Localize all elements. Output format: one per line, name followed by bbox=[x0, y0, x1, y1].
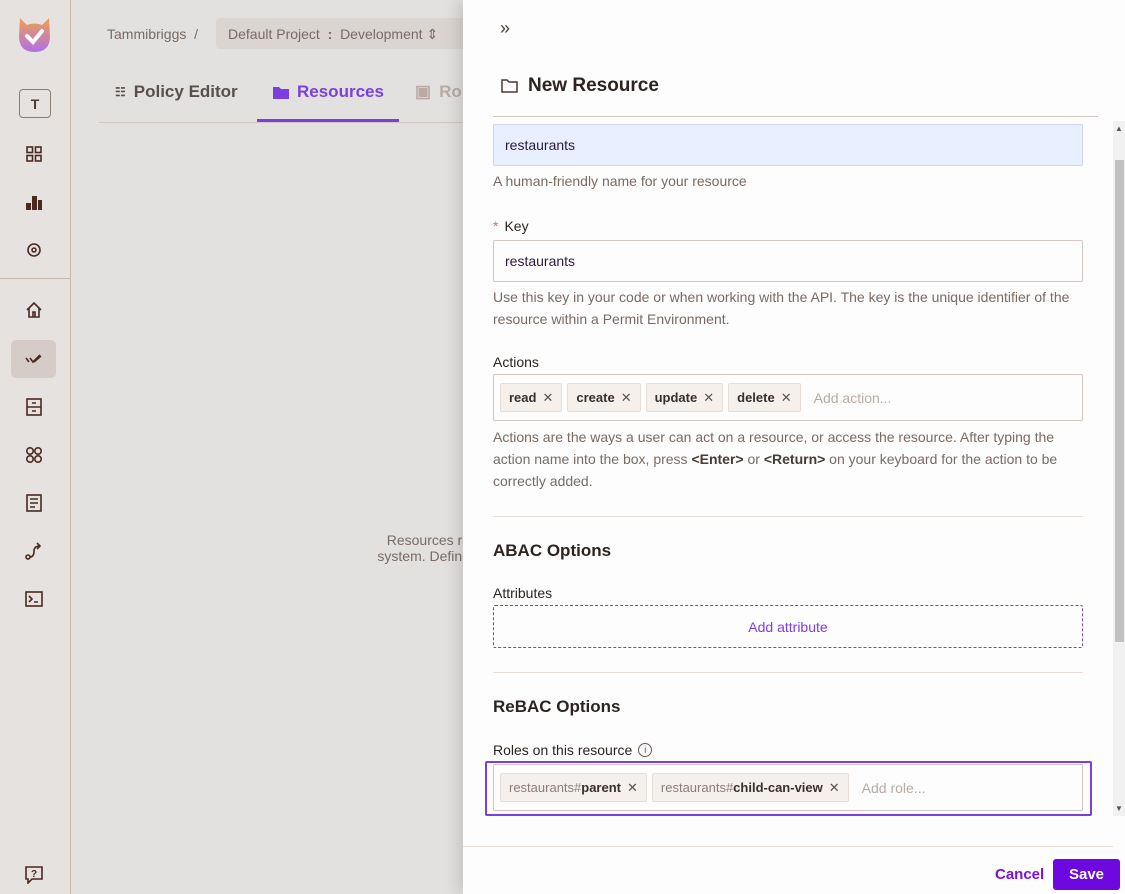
actions-help: Actions are the ways a user can act on a… bbox=[493, 426, 1083, 492]
breadcrumb: Tammibriggs / bbox=[107, 26, 198, 42]
archive-icon[interactable] bbox=[11, 388, 56, 426]
project-environment-selector[interactable]: Default Project : Development ⇕ bbox=[216, 18, 476, 49]
action-chip: delete ✕ bbox=[728, 383, 801, 412]
sidebar-divider bbox=[0, 278, 70, 279]
workspace-avatar[interactable]: T bbox=[19, 89, 51, 118]
dashboard-icon[interactable] bbox=[11, 135, 56, 173]
tab-bar: ☷Policy Editor Resources ▣Roles bbox=[99, 72, 485, 123]
name-help: A human-friendly name for your resource bbox=[493, 173, 747, 189]
collapse-panel-icon[interactable]: » bbox=[500, 18, 510, 39]
name-input[interactable]: restaurants bbox=[493, 124, 1083, 166]
rebac-title: ReBAC Options bbox=[493, 697, 621, 716]
settings-icon[interactable] bbox=[11, 231, 56, 269]
abac-title: ABAC Options bbox=[493, 541, 612, 560]
header-divider bbox=[493, 116, 1098, 117]
roles-icon: ▣ bbox=[415, 82, 432, 101]
empty-line-1: Resources re bbox=[386, 532, 470, 548]
add-action-placeholder[interactable]: Add action... bbox=[814, 390, 892, 406]
scroll-up-icon[interactable]: ▲ bbox=[1115, 124, 1123, 133]
breadcrumb-org[interactable]: Tammibriggs bbox=[107, 26, 186, 42]
enter-key: <Enter> bbox=[691, 451, 744, 467]
section-divider bbox=[493, 672, 1083, 673]
footer-divider bbox=[463, 846, 1113, 847]
panel-title: New Resource bbox=[501, 75, 659, 97]
empty-state-text: Resources re system. Define bbox=[340, 532, 470, 564]
section-divider bbox=[493, 516, 1083, 517]
new-resource-panel: » New Resource restaurants A human-frien… bbox=[463, 0, 1125, 894]
remove-icon[interactable]: ✕ bbox=[781, 390, 792, 406]
breadcrumb-separator: / bbox=[194, 26, 199, 42]
chip-label: read bbox=[509, 390, 537, 405]
required-marker: * bbox=[493, 218, 499, 234]
chip-label: create bbox=[576, 390, 615, 405]
panel-title-text: New Resource bbox=[528, 75, 659, 96]
policy-editor-icon: ☷ bbox=[115, 85, 126, 99]
chevron-up-down-icon: ⇕ bbox=[426, 26, 439, 42]
tab-label: Policy Editor bbox=[133, 82, 238, 101]
folder-outline-icon bbox=[501, 79, 518, 93]
chip-label: update bbox=[654, 390, 698, 405]
tab-resources[interactable]: Resources bbox=[273, 82, 384, 102]
action-chip: create ✕ bbox=[567, 383, 641, 412]
empty-line-2: system. Define bbox=[377, 548, 470, 564]
terminal-icon[interactable] bbox=[11, 580, 56, 618]
key-help: Use this key in your code or when workin… bbox=[493, 289, 1070, 327]
key-input[interactable]: restaurants bbox=[493, 240, 1083, 282]
project-name: Default Project bbox=[228, 26, 320, 42]
action-chip: read ✕ bbox=[500, 383, 563, 412]
save-button[interactable]: Save bbox=[1053, 859, 1120, 890]
focus-highlight bbox=[485, 761, 1092, 816]
remove-icon[interactable]: ✕ bbox=[703, 390, 714, 406]
actions-input[interactable]: read ✕ create ✕ update ✕ delete ✕ Add action… bbox=[493, 374, 1083, 421]
remove-icon[interactable]: ✕ bbox=[621, 390, 632, 406]
route-icon[interactable] bbox=[11, 532, 56, 570]
environment-name: Development bbox=[340, 26, 423, 42]
tab-label: Resources bbox=[297, 82, 384, 101]
action-chip: update ✕ bbox=[645, 383, 724, 412]
attributes-label: Attributes bbox=[493, 585, 553, 601]
scrollbar-thumb[interactable] bbox=[1115, 160, 1124, 642]
help-icon[interactable]: ? bbox=[11, 856, 56, 894]
key-label-text: Key bbox=[504, 218, 529, 234]
actions-label: Actions bbox=[493, 354, 539, 370]
apps-icon[interactable] bbox=[11, 436, 56, 474]
help-text: or bbox=[743, 451, 764, 467]
document-icon[interactable] bbox=[11, 484, 56, 522]
cancel-button[interactable]: Cancel bbox=[995, 866, 1044, 883]
return-key: <Return> bbox=[763, 451, 826, 467]
roles-label-text: Roles on this resource bbox=[493, 742, 633, 758]
remove-icon[interactable]: ✕ bbox=[542, 390, 553, 406]
tab-policy-editor[interactable]: ☷ Policy Editor bbox=[115, 82, 238, 102]
folder-icon bbox=[273, 86, 289, 99]
project-separator: : bbox=[327, 26, 333, 42]
bar-chart-icon[interactable] bbox=[11, 183, 56, 221]
scroll-down-icon[interactable]: ▼ bbox=[1115, 804, 1123, 813]
policy-icon[interactable] bbox=[11, 340, 56, 378]
svg-text:?: ? bbox=[30, 869, 36, 880]
key-label: * Key bbox=[493, 218, 1083, 234]
roles-label: Roles on this resource i bbox=[493, 742, 1083, 758]
permit-logo[interactable] bbox=[16, 16, 53, 53]
active-tab-indicator bbox=[257, 119, 399, 122]
home-icon[interactable] bbox=[11, 291, 56, 329]
sidebar: T ? bbox=[0, 0, 71, 894]
info-icon[interactable]: i bbox=[638, 743, 653, 757]
chip-label: delete bbox=[737, 390, 775, 405]
add-attribute-button[interactable]: Add attribute bbox=[493, 605, 1083, 648]
